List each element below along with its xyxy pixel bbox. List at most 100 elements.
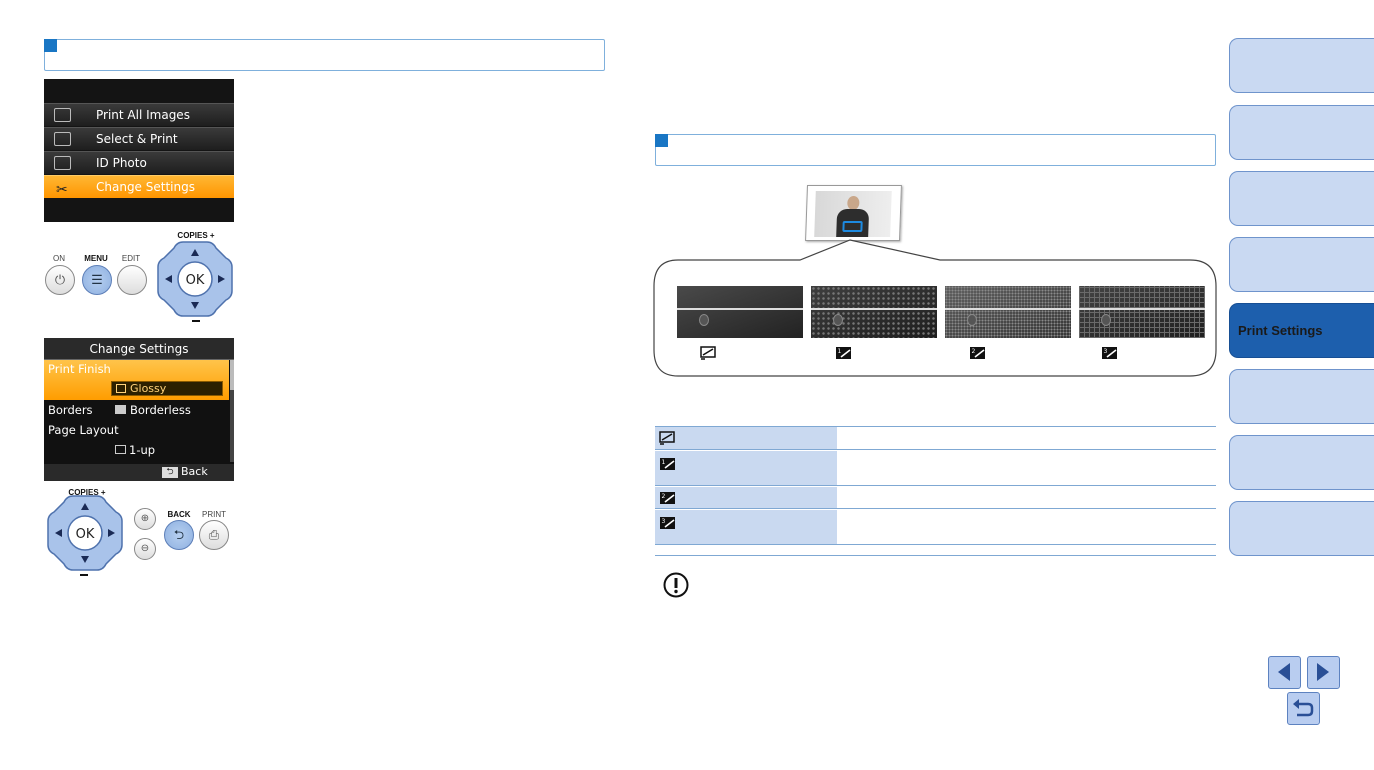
svg-text:1: 1 <box>662 459 666 466</box>
id-photo-icon <box>54 156 71 170</box>
menu-item-id-photo[interactable]: ID Photo <box>44 151 234 174</box>
menu-item-label: Change Settings <box>96 180 195 194</box>
on-button-label: ON <box>53 254 65 263</box>
button-detail <box>699 314 709 326</box>
table-row-pattern1: 1 <box>655 451 1216 486</box>
page-layout-row[interactable]: Page Layout 1-up <box>44 422 229 462</box>
nav-tab-8[interactable] <box>1229 501 1374 556</box>
svg-text:2: 2 <box>972 348 976 355</box>
edit-button[interactable] <box>117 265 147 295</box>
page-layout-value: 1-up <box>129 443 156 457</box>
borders-value: Borderless <box>130 403 191 417</box>
finish-pattern3-icon: 3 <box>660 517 675 529</box>
print-button-label: PRINT <box>202 510 226 519</box>
print-finish-value: Glossy <box>130 382 167 395</box>
svg-text:1: 1 <box>838 348 842 355</box>
section-marker <box>44 39 57 52</box>
svg-text:3: 3 <box>1104 348 1108 355</box>
print-finish-label: Print Finish <box>48 362 111 376</box>
print-finish-row[interactable]: Print Finish Glossy <box>44 360 229 400</box>
zoom-out-button[interactable]: ⊖ <box>134 538 156 560</box>
copies-plus-label: COPIES + <box>177 231 215 240</box>
button-detail <box>833 314 843 326</box>
back-button[interactable]: ⮌ <box>164 520 194 550</box>
finish-pattern2-icon: 2 <box>970 347 985 359</box>
scrollbar[interactable] <box>230 360 234 462</box>
edit-button-label: EDIT <box>121 254 141 263</box>
button-detail <box>1101 314 1111 326</box>
ok-label: OK <box>186 273 205 288</box>
menu-item-label: Select & Print <box>96 132 178 146</box>
on-button[interactable]: ⏻ <box>45 265 75 295</box>
layout-1up-icon <box>115 445 126 454</box>
print-finish-value-box[interactable]: Glossy <box>111 381 223 396</box>
nav-tab-2[interactable] <box>1229 105 1374 160</box>
print-icon: ⎙ <box>208 527 220 542</box>
dpad-bottom[interactable]: OK <box>46 494 124 572</box>
return-icon <box>1293 699 1314 717</box>
print-button[interactable]: ⎙ <box>199 520 229 550</box>
table-cell-icon <box>655 427 837 449</box>
table-cell-icon: 1 <box>655 451 837 485</box>
table-cell-icon: 3 <box>655 510 837 544</box>
prev-page-button[interactable] <box>1268 656 1301 689</box>
button-detail <box>967 314 977 326</box>
menu-button-label: MENU <box>84 254 108 263</box>
menu-item-select-print[interactable]: Select & Print <box>44 127 234 150</box>
nav-tab-7[interactable] <box>1229 435 1374 490</box>
table-row-pattern3: 3 <box>655 510 1216 545</box>
return-button[interactable] <box>1287 692 1320 725</box>
menu-item-change-settings[interactable]: ✂ Change Settings <box>44 175 234 198</box>
borders-label: Borders <box>48 403 93 417</box>
seam-line <box>945 308 1071 310</box>
page-layout-label: Page Layout <box>48 423 119 437</box>
seam-line <box>811 308 937 310</box>
finish-pattern2-icon: 2 <box>660 492 675 504</box>
back-button-label: BACK <box>167 510 191 519</box>
ok-label: OK <box>76 527 95 542</box>
back-key-icon: ⮌ <box>162 467 178 478</box>
settings-tools-icon: ✂ <box>56 182 68 198</box>
finish-pattern1-icon: 1 <box>660 458 675 470</box>
dpad-top[interactable]: OK <box>156 240 234 318</box>
svg-text:2: 2 <box>662 493 666 500</box>
divider-line <box>655 555 1216 556</box>
settings-title: Change Settings <box>44 338 234 360</box>
prev-page-icon <box>1278 663 1290 681</box>
borderless-icon <box>115 405 126 414</box>
nav-tab-6[interactable] <box>1229 369 1374 424</box>
next-page-button[interactable] <box>1307 656 1340 689</box>
finish-glossy-icon <box>700 346 716 360</box>
section-header-right <box>655 134 1216 166</box>
warning-icon <box>663 572 689 598</box>
svg-text:3: 3 <box>662 518 666 525</box>
table-row-glossy <box>655 427 1216 450</box>
settings-footer: ⮌ Back <box>44 464 234 481</box>
nav-tab-3[interactable] <box>1229 171 1374 226</box>
menu-item-print-all[interactable]: Print All Images <box>44 103 234 126</box>
back-label: Back <box>181 465 208 478</box>
zoom-in-button[interactable]: ⊕ <box>134 508 156 530</box>
scroll-thumb[interactable] <box>230 360 234 390</box>
lcd-menu-screen: Print All Images Select & Print ID Photo… <box>44 79 234 222</box>
nav-tab-4[interactable] <box>1229 237 1374 292</box>
section-marker <box>655 134 668 147</box>
section-header-left <box>44 39 605 71</box>
back-arrow-icon: ⮌ <box>173 527 185 542</box>
nav-tab-label: Print Settings <box>1238 323 1323 338</box>
nav-tab-print-settings[interactable]: Print Settings <box>1229 303 1374 358</box>
finish-pattern3-icon: 3 <box>1102 347 1117 359</box>
nav-tab-1[interactable] <box>1229 38 1374 93</box>
menu-button[interactable]: ☰ <box>82 265 112 295</box>
zoom-in-icon: ⊕ <box>140 513 150 524</box>
menu-item-label: ID Photo <box>96 156 147 170</box>
texture-thumb-glossy <box>677 286 803 338</box>
texture-thumb-pattern1 <box>811 286 937 338</box>
photo-print-image <box>805 184 902 242</box>
table-row-pattern2: 2 <box>655 487 1216 509</box>
menu-icon: ☰ <box>91 272 103 287</box>
borders-row[interactable]: Borders Borderless <box>44 402 229 422</box>
texture-thumb-pattern2 <box>945 286 1071 338</box>
seam-line <box>677 308 803 310</box>
power-icon: ⏻ <box>54 272 66 287</box>
